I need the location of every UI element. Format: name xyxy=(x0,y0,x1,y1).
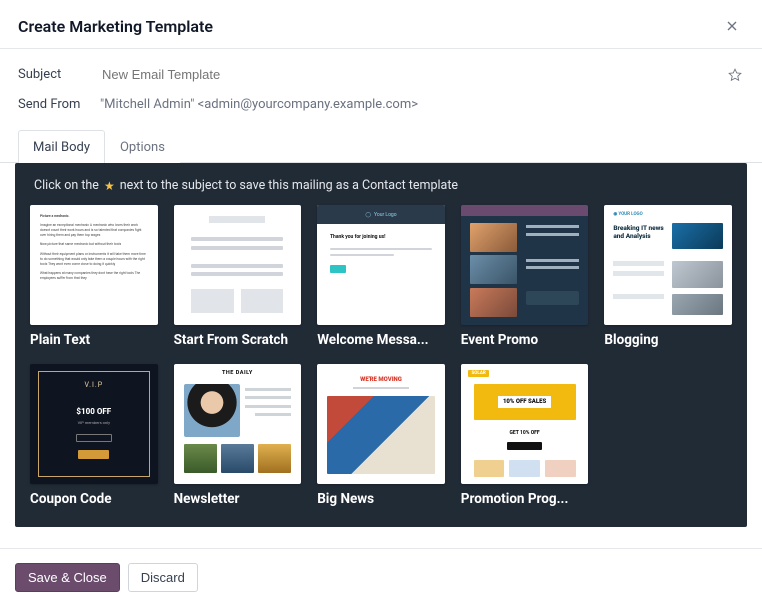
template-coupon-code[interactable]: V.I.P $100 OFF VIP members only Coupon C… xyxy=(30,364,158,507)
template-big-news[interactable]: WE'RE MOVING Big News xyxy=(317,364,445,507)
template-name: Plain Text xyxy=(30,332,158,348)
template-name: Newsletter xyxy=(174,491,302,507)
hint-text: Click on the ★ next to the subject to sa… xyxy=(34,178,732,193)
template-welcome-message[interactable]: ◯ Your Logo Thank you for joining us! We… xyxy=(317,205,445,348)
close-icon xyxy=(724,18,740,34)
save-close-button[interactable]: Save & Close xyxy=(15,563,120,592)
template-blogging[interactable]: ◉ YOUR LOGO Breaking IT news and Analysi… xyxy=(604,205,732,348)
template-grid: Picture a mechanic. Imagine an exception… xyxy=(30,205,732,507)
modal-footer: Save & Close Discard xyxy=(0,548,762,606)
discard-button[interactable]: Discard xyxy=(128,563,198,592)
template-panel: Click on the ★ next to the subject to sa… xyxy=(15,163,747,527)
template-name: Welcome Messa... xyxy=(317,332,445,348)
favorite-toggle[interactable] xyxy=(726,66,744,84)
template-start-from-scratch[interactable]: Start From Scratch xyxy=(174,205,302,348)
form-fields: Subject Send From "Mitchell Admin" <admi… xyxy=(0,49,762,127)
send-from-label: Send From xyxy=(18,97,100,112)
template-name: Blogging xyxy=(604,332,732,348)
template-name: Big News xyxy=(317,491,445,507)
template-event-promo[interactable]: Event Promo xyxy=(461,205,589,348)
template-promotion-program[interactable]: SOLAR 10% OFF SALES GET 10% OFF Promotio… xyxy=(461,364,589,507)
close-button[interactable] xyxy=(720,14,744,38)
tab-bar: Mail Body Options xyxy=(0,129,762,163)
template-name: Coupon Code xyxy=(30,491,158,507)
template-name: Event Promo xyxy=(461,332,589,348)
template-name: Promotion Prog... xyxy=(461,491,589,507)
send-from-value[interactable]: "Mitchell Admin" <admin@yourcompany.exam… xyxy=(100,94,744,115)
tab-options[interactable]: Options xyxy=(105,130,180,163)
subject-label: Subject xyxy=(18,67,100,82)
tab-mail-body[interactable]: Mail Body xyxy=(18,130,105,163)
star-icon: ★ xyxy=(104,180,115,192)
modal-title: Create Marketing Template xyxy=(18,17,213,36)
template-newsletter[interactable]: THE DAILY Newsletter xyxy=(174,364,302,507)
modal-header: Create Marketing Template xyxy=(0,0,762,49)
template-name: Start From Scratch xyxy=(174,332,302,348)
hint-pre: Click on the xyxy=(34,178,99,193)
hint-post: next to the subject to save this mailing… xyxy=(120,178,458,193)
star-icon xyxy=(728,68,742,82)
template-plain-text[interactable]: Picture a mechanic. Imagine an exception… xyxy=(30,205,158,348)
subject-input[interactable] xyxy=(100,66,726,83)
